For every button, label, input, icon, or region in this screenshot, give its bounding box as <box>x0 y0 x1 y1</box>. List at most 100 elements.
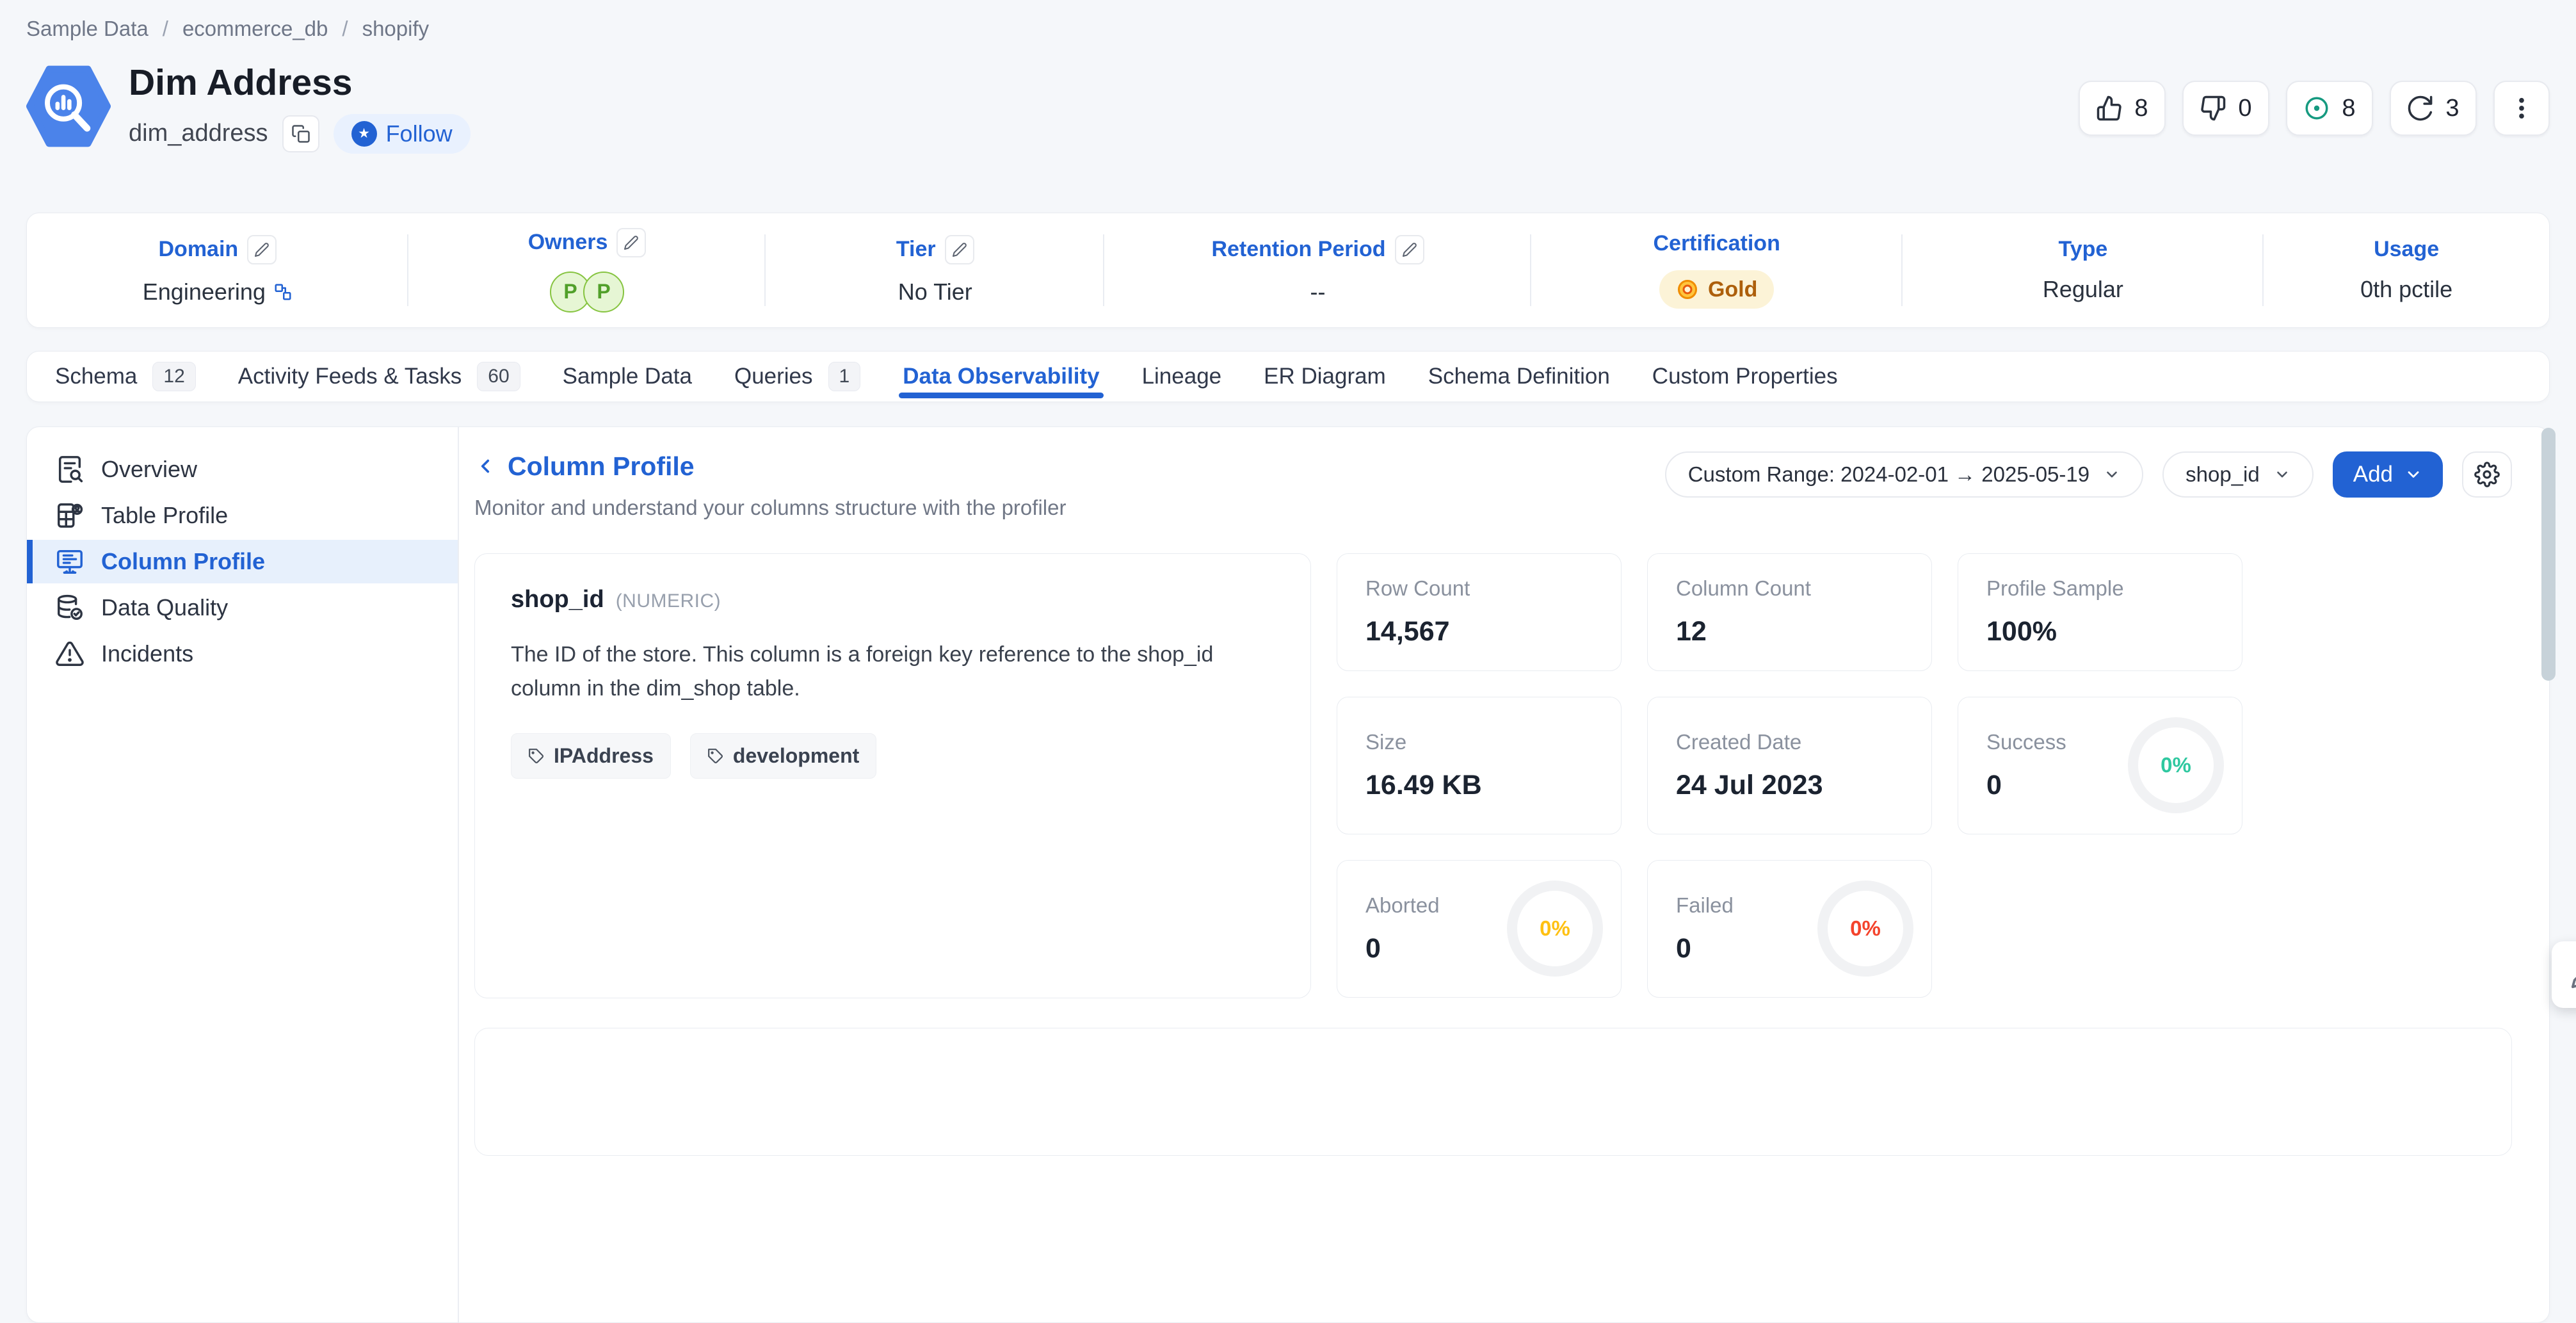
breadcrumb-item-database[interactable]: ecommerce_db <box>182 17 328 41</box>
chevron-down-icon <box>2274 466 2290 483</box>
stat-created-date: Created Date 24 Jul 2023 <box>1647 697 1932 834</box>
entity-tabs: Schema 12 Activity Feeds & Tasks 60 Samp… <box>26 351 2550 402</box>
header-actions: 8 0 8 3 <box>2079 81 2550 136</box>
tab-activity-feeds[interactable]: Activity Feeds & Tasks 60 <box>238 352 520 402</box>
thumbs-up-icon <box>2096 95 2123 122</box>
tab-custom-properties[interactable]: Custom Properties <box>1652 352 1838 402</box>
tag-chip[interactable]: IPAddress <box>511 733 671 779</box>
info-certification: Certification Gold <box>1531 213 1903 327</box>
overview-icon <box>55 455 85 484</box>
info-retention-period: Retention Period -- <box>1104 213 1531 327</box>
sidebar-item-column-profile[interactable]: Column Profile <box>27 540 458 583</box>
column-select-dropdown[interactable]: shop_id <box>2162 451 2314 498</box>
failed-percent-ring: 0% <box>1817 881 1913 977</box>
chevron-down-icon <box>2404 466 2422 483</box>
pencil-icon <box>254 242 270 257</box>
breadcrumb: Sample Data / ecommerce_db / shopify <box>26 17 2550 41</box>
floating-edit-button[interactable] <box>2552 941 2576 1008</box>
avatar[interactable]: P <box>583 272 624 312</box>
kebab-menu-icon <box>2508 95 2535 122</box>
certification-badge: Gold <box>1659 270 1774 309</box>
observability-side-menu: Overview Table Profile Column Profile <box>27 427 458 1322</box>
sidebar-item-overview[interactable]: Overview <box>27 448 458 491</box>
breadcrumb-separator: / <box>163 17 168 41</box>
info-type: Type Regular <box>1903 213 2264 327</box>
tag-icon <box>528 748 545 765</box>
tier-label: Tier <box>896 237 936 262</box>
profile-stats-grid: Row Count 14,567 Column Count 12 Profile… <box>1337 553 2242 998</box>
gear-icon <box>2474 462 2500 487</box>
version-button[interactable]: 3 <box>2390 81 2477 136</box>
follow-button[interactable]: ★ Follow <box>334 114 471 154</box>
profile-controls: Custom Range: 2024-02-01 → 2025-05-19 sh… <box>1665 451 2512 498</box>
tab-schema-definition[interactable]: Schema Definition <box>1428 352 1610 402</box>
sidebar-item-table-profile[interactable]: Table Profile <box>27 494 458 537</box>
tab-schema[interactable]: Schema 12 <box>55 352 196 402</box>
column-description: The ID of the store. This column is a fo… <box>511 638 1275 705</box>
tab-sample-data[interactable]: Sample Data <box>563 352 692 402</box>
edit-tier-button[interactable] <box>945 235 974 264</box>
sidebar-item-data-quality[interactable]: Data Quality <box>27 586 458 629</box>
copy-button[interactable] <box>282 115 319 152</box>
usage-label: Usage <box>2374 237 2439 262</box>
column-profile-main: Column Profile Monitor and understand yo… <box>459 427 2549 1322</box>
follow-label: Follow <box>386 120 453 147</box>
section-subtitle: Monitor and understand your columns stru… <box>474 496 1066 520</box>
tab-lineage[interactable]: Lineage <box>1142 352 1222 402</box>
breadcrumb-item-service[interactable]: Sample Data <box>26 17 149 41</box>
type-value: Regular <box>2043 276 2123 303</box>
downvote-button[interactable]: 0 <box>2182 81 2269 136</box>
more-actions-button[interactable] <box>2493 81 2550 136</box>
stat-row-count: Row Count 14,567 <box>1337 553 1622 671</box>
edit-domain-button[interactable] <box>247 235 277 264</box>
breadcrumb-separator: / <box>342 17 348 41</box>
edit-owners-button[interactable] <box>616 228 646 257</box>
tab-queries[interactable]: Queries 1 <box>734 352 860 402</box>
type-label: Type <box>2058 237 2107 262</box>
add-button[interactable]: Add <box>2333 451 2443 498</box>
back-to-profile-button[interactable]: Column Profile <box>474 451 1066 482</box>
retention-period-label: Retention Period <box>1211 237 1385 262</box>
settings-button[interactable] <box>2462 451 2512 498</box>
stat-failed: Failed 0 0% <box>1647 860 1932 998</box>
tab-badge: 1 <box>828 362 861 391</box>
tab-badge: 60 <box>477 362 520 391</box>
chevron-down-icon <box>2104 466 2120 483</box>
date-range-dropdown[interactable]: Custom Range: 2024-02-01 → 2025-05-19 <box>1665 451 2143 498</box>
entity-header: Dim Address dim_address ★ Follow <box>26 64 2550 154</box>
edit-retention-button[interactable] <box>1395 235 1424 264</box>
retention-period-value: -- <box>1310 279 1325 305</box>
info-usage: Usage 0th pctile <box>2264 213 2549 327</box>
tag-chip[interactable]: development <box>690 733 876 779</box>
tab-er-diagram[interactable]: ER Diagram <box>1264 352 1386 402</box>
vertical-scrollbar[interactable] <box>2541 428 2556 681</box>
upvote-count: 8 <box>2134 95 2148 122</box>
stat-column-count: Column Count 12 <box>1647 553 1932 671</box>
column-profile-icon <box>55 547 85 576</box>
domain-label: Domain <box>159 237 239 262</box>
domain-value[interactable]: Engineering <box>143 279 293 305</box>
owner-avatars: P P <box>550 272 624 312</box>
breadcrumb-item-schema[interactable]: shopify <box>362 17 430 41</box>
copy-icon <box>291 124 310 143</box>
owners-label: Owners <box>528 230 608 255</box>
chevron-left-icon <box>474 455 496 477</box>
watchers-button[interactable]: 8 <box>2286 81 2373 136</box>
column-data-type: (NUMERIC) <box>616 590 721 612</box>
stat-size: Size 16.49 KB <box>1337 697 1622 834</box>
domain-hierarchy-icon <box>273 282 293 302</box>
sidebar-item-incidents[interactable]: Incidents <box>27 632 458 676</box>
upvote-button[interactable]: 8 <box>2079 81 2166 136</box>
certification-value: Gold <box>1708 277 1757 302</box>
version-count: 3 <box>2445 95 2459 122</box>
column-detail-card: shop_id (NUMERIC) The ID of the store. T… <box>474 553 1311 998</box>
stat-aborted: Aborted 0 0% <box>1337 860 1622 998</box>
tier-value: No Tier <box>898 279 972 305</box>
certification-label: Certification <box>1653 231 1780 256</box>
tab-data-observability[interactable]: Data Observability <box>903 352 1099 402</box>
thumbs-down-icon <box>2200 95 2226 122</box>
version-history-icon <box>2407 95 2434 122</box>
pencil-icon <box>952 242 967 257</box>
entity-info-bar: Domain Engineering Owners P P <box>26 213 2550 328</box>
data-observability-panel: Overview Table Profile Column Profile <box>26 426 2550 1323</box>
